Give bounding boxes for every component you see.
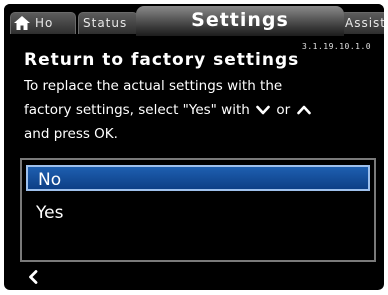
back-arrow-icon[interactable] (28, 270, 38, 284)
tab-settings[interactable]: Settings (136, 6, 344, 36)
tab-status[interactable]: Status (78, 12, 138, 34)
instructions-line-2-text: factory settings, select "Yes" with (24, 102, 250, 118)
home-icon (14, 16, 30, 30)
tab-home-label: Ho (35, 16, 54, 30)
instructions-or: or (276, 102, 291, 118)
option-yes[interactable]: Yes (26, 200, 370, 226)
device-screen: Ho Status Assist Settings 3.1.19.10.1.0 … (4, 4, 384, 290)
chevron-up-icon (296, 105, 311, 115)
instructions-text: To replace the actual settings with the … (24, 74, 374, 146)
instructions-line-1: To replace the actual settings with the (24, 78, 283, 94)
chevron-down-icon (256, 105, 270, 115)
tab-bar: Ho Status Assist Settings (4, 4, 384, 36)
options-list: No Yes (20, 158, 376, 262)
instructions-line-2: factory settings, select "Yes" with or (24, 98, 374, 122)
tab-assist[interactable]: Assist (340, 12, 384, 34)
version-number: 3.1.19.10.1.0 (302, 42, 372, 51)
option-no[interactable]: No (26, 165, 370, 191)
tab-home[interactable]: Ho (10, 12, 76, 34)
instructions-line-3: and press OK. (24, 126, 118, 142)
page-title: Return to factory settings (24, 50, 300, 70)
